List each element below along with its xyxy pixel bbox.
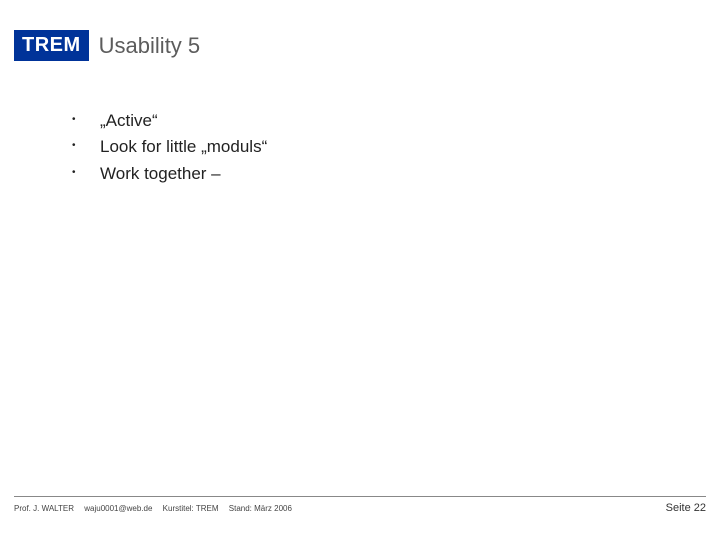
footer-email: waju0001@web.de	[84, 504, 152, 513]
list-item: Work together –	[100, 161, 680, 187]
footer-page: Seite 22	[666, 502, 706, 514]
bullet-area: „Active“ Look for little „moduls“ Work t…	[100, 108, 680, 187]
footer-date: Stand: März 2006	[229, 504, 292, 513]
footer-divider	[14, 496, 706, 497]
footer: Prof. J. WALTER waju0001@web.de Kurstite…	[14, 502, 706, 514]
footer-course: Kurstitel: TREM	[163, 504, 219, 513]
slide: TREM Usability 5 „Active“ Look for littl…	[0, 0, 720, 540]
badge: TREM	[14, 30, 89, 61]
footer-author: Prof. J. WALTER	[14, 504, 74, 513]
list-item: „Active“	[100, 108, 680, 134]
bullet-list: „Active“ Look for little „moduls“ Work t…	[100, 108, 680, 187]
slide-header: TREM Usability 5	[14, 30, 200, 61]
list-item: Look for little „moduls“	[100, 134, 680, 160]
footer-left: Prof. J. WALTER waju0001@web.de Kurstite…	[14, 504, 300, 513]
slide-title: Usability 5	[99, 33, 200, 59]
